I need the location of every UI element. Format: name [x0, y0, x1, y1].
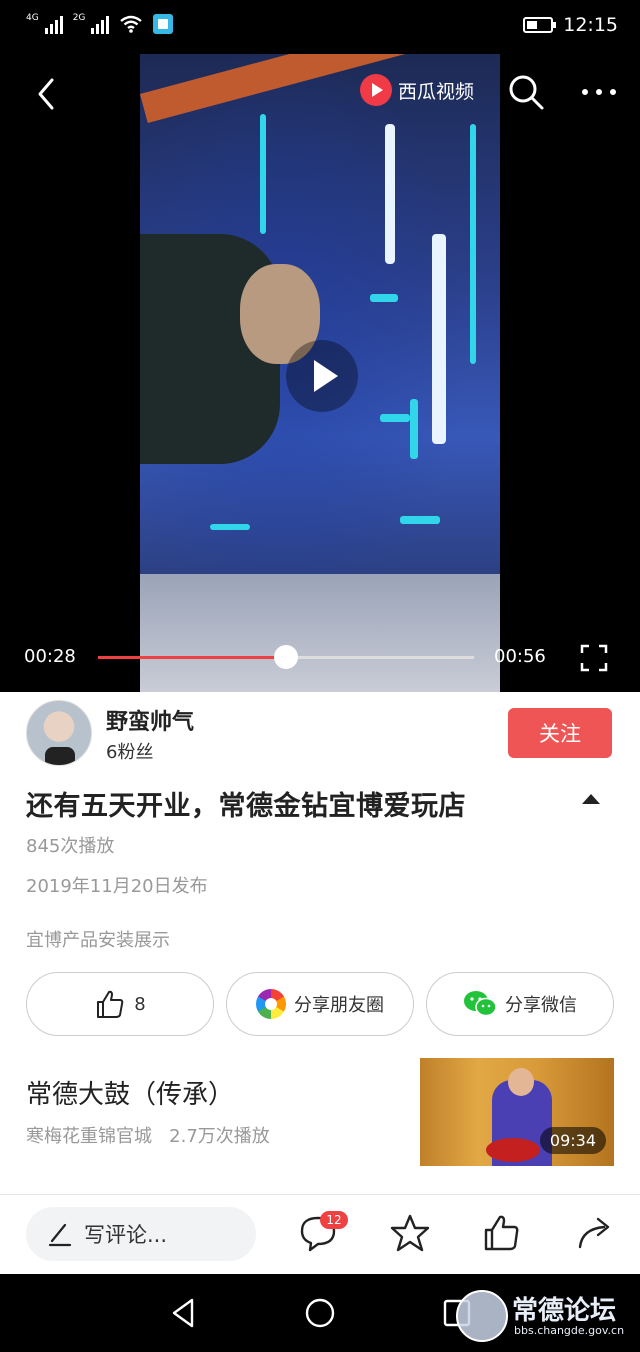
nav-back-button[interactable]	[166, 1296, 200, 1330]
play-button[interactable]	[286, 340, 358, 412]
like-count: 8	[134, 993, 146, 1015]
video-description: 宜博产品安装展示	[26, 930, 170, 951]
recommended-title: 常德大鼓（传承）	[26, 1080, 235, 1110]
watermark-name: 常德论坛	[512, 1296, 617, 1326]
network-type-2: 2G	[72, 12, 86, 23]
xigua-logo-icon	[360, 74, 392, 106]
author-name[interactable]: 野蛮帅气	[106, 704, 194, 736]
like-bottom-button[interactable]	[482, 1213, 522, 1253]
share-moments-button[interactable]: 分享朋友圈	[226, 972, 414, 1036]
fullscreen-button[interactable]	[580, 644, 608, 672]
search-button[interactable]	[506, 72, 546, 112]
total-time: 00:56	[494, 646, 546, 667]
pencil-icon	[48, 1223, 72, 1247]
share-wechat-label: 分享微信	[505, 995, 577, 1016]
brand-name: 西瓜视频	[398, 80, 475, 103]
watermark-url: bbs.changde.gov.cn	[514, 1324, 625, 1337]
player-top-controls: 西瓜视频	[0, 54, 640, 134]
progress-fill	[98, 656, 286, 659]
status-bar: 4G 2G 12:15	[0, 0, 640, 54]
author-avatar[interactable]	[26, 700, 92, 766]
share-moments-label: 分享朋友圈	[294, 995, 384, 1016]
publish-date: 2019年11月20日发布	[26, 876, 208, 897]
recommended-plays: 2.7万次播放	[169, 1126, 270, 1147]
like-button[interactable]: 8	[26, 972, 214, 1036]
share-arrow-button[interactable]	[576, 1213, 616, 1253]
back-button[interactable]	[28, 74, 64, 114]
recommended-meta: 寒梅花重锦官城 2.7万次播放	[26, 1122, 270, 1148]
recommended-source: 寒梅花重锦官城	[26, 1126, 152, 1147]
video-title: 还有五天开业，常德金钻宜博爱玩店	[26, 791, 466, 822]
nav-home-button[interactable]	[303, 1296, 337, 1330]
author-fans-count: 6粉丝	[106, 742, 154, 763]
author-row: 野蛮帅气 6粉丝 关注	[0, 692, 640, 772]
current-time: 00:28	[24, 646, 76, 667]
moments-icon	[256, 989, 286, 1019]
battery-icon	[523, 17, 557, 33]
thumbs-up-icon	[97, 990, 124, 1018]
recommended-video[interactable]: 常德大鼓（传承） 寒梅花重锦官城 2.7万次播放 09:34	[0, 1050, 640, 1180]
progress-bar[interactable]	[98, 645, 474, 669]
wechat-icon	[464, 991, 497, 1017]
forum-logo-icon	[456, 1290, 508, 1342]
forum-watermark: 常德论坛 bbs.changde.gov.cn	[456, 1286, 636, 1346]
status-right: 12:15	[523, 14, 618, 36]
write-comment-input[interactable]: 写评论...	[26, 1207, 256, 1261]
collapse-caret-icon[interactable]	[582, 794, 600, 804]
share-wechat-button[interactable]: 分享微信	[426, 972, 614, 1036]
recommended-duration: 09:34	[539, 1127, 606, 1154]
signal-icon	[91, 14, 110, 34]
follow-button[interactable]: 关注	[508, 708, 612, 758]
recommended-thumbnail[interactable]: 09:34	[420, 1058, 614, 1166]
favorite-star-button[interactable]	[390, 1213, 430, 1253]
play-count: 845次播放	[26, 836, 115, 857]
app-notification-icon	[153, 14, 174, 34]
comment-bar: 写评论... 12	[0, 1194, 640, 1274]
network-type-1: 4G	[26, 12, 39, 23]
status-left: 4G 2G	[26, 12, 174, 34]
comment-placeholder: 写评论...	[84, 1223, 168, 1247]
more-options-button[interactable]	[578, 80, 620, 104]
player-bottom-controls: 00:28 00:56	[0, 634, 640, 684]
xigua-brand: 西瓜视频	[360, 74, 474, 106]
clock: 12:15	[563, 14, 618, 36]
comment-count-badge: 12	[320, 1211, 348, 1229]
video-player[interactable]: 西瓜视频 00:28 00:56	[0, 54, 640, 692]
progress-handle[interactable]	[274, 645, 298, 669]
signal-icon	[44, 14, 63, 34]
action-buttons: 8 分享朋友圈 分享微信	[26, 972, 614, 1036]
wifi-icon	[120, 15, 143, 33]
